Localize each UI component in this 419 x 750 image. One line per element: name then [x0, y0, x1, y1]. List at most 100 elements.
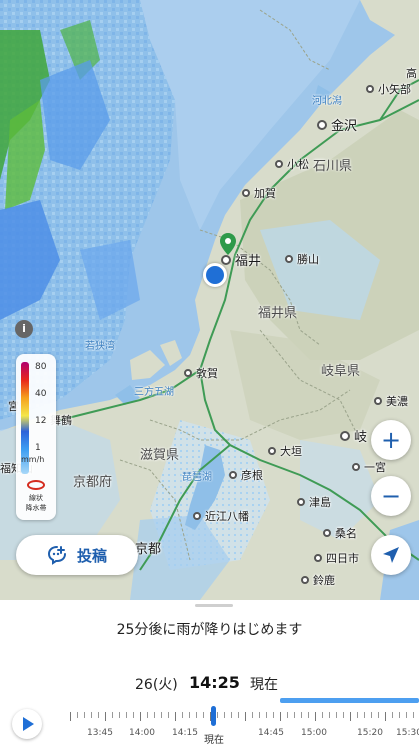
city-mino[interactable]: 美濃 [374, 393, 408, 409]
my-location-button[interactable] [371, 535, 411, 575]
timeline-label-1445: 14:45 [258, 728, 284, 738]
timeline-tick [413, 712, 414, 718]
timeline-tick [224, 712, 225, 718]
timeline-tick [161, 712, 162, 718]
plus-icon: + [380, 426, 402, 454]
timeline-tick [343, 712, 344, 718]
timeline-tick [217, 712, 218, 718]
legend-tick-1: 1 [35, 443, 41, 453]
timeline-label-1415: 14:15 [172, 728, 198, 738]
water-lake-biwa: 琵琶湖 [182, 472, 212, 483]
city-katsuyama[interactable]: 勝山 [285, 251, 319, 267]
city-kuwana[interactable]: 桑名 [323, 525, 357, 541]
edge-label-takaoka: 高 [406, 67, 417, 80]
sheet-drag-handle[interactable] [195, 604, 233, 607]
water-wakasa-bay: 若狭湾 [85, 341, 115, 352]
timeline-tick [105, 712, 106, 721]
timeline-tick [77, 712, 78, 718]
legend-tick-12: 12 [35, 416, 47, 426]
play-icon [23, 717, 34, 731]
timeline-tick [231, 712, 232, 718]
water-kahoku: 河北潟 [312, 96, 342, 107]
city-tsushima[interactable]: 津島 [297, 494, 331, 510]
timeline-tick [189, 712, 190, 718]
water-mikata-lakes: 三方五湖 [134, 387, 174, 398]
timeline-tick [238, 712, 239, 718]
city-gifu[interactable]: 岐 [340, 426, 367, 445]
city-hikone[interactable]: 彦根 [229, 467, 263, 483]
timeline-tick [364, 712, 365, 718]
timeline-tick [119, 712, 120, 718]
timeline-tick [308, 712, 309, 718]
timeline-tick [182, 712, 183, 718]
timeline-tick [91, 712, 92, 718]
legend-tick-80: 80 [35, 362, 47, 372]
city-ichinomiya[interactable]: 一宮 [352, 459, 386, 475]
timeline-tick [140, 712, 141, 721]
timeline-tick [112, 712, 113, 718]
timeline-tick [259, 712, 260, 718]
timeline-label-1500: 15:00 [301, 728, 327, 738]
now-label: 現在 [250, 677, 278, 693]
pref-fukui: 福井県 [258, 306, 298, 321]
play-button[interactable] [12, 709, 42, 739]
city-oyabe[interactable]: 小矢部 [366, 81, 411, 97]
timeline-tick [168, 712, 169, 718]
legend-band-label-2: 降水帯 [25, 504, 47, 512]
info-icon[interactable]: i [15, 320, 33, 338]
city-yokkaichi[interactable]: 四日市 [314, 550, 359, 566]
weather-radar-map[interactable]: 小矢部 金沢 小松 加賀 福井 勝山 敦賀 美濃 大垣 岐 彦根 一宮 津島 近… [0, 0, 419, 600]
city-omihachiman[interactable]: 近江八幡 [193, 508, 249, 524]
timeline-label-1345: 13:45 [87, 728, 113, 738]
timeline-label-1400: 14:00 [129, 728, 155, 738]
timeline-tick [294, 712, 295, 718]
zoom-out-button[interactable]: − [371, 476, 411, 516]
timeline-tick [252, 712, 253, 718]
location-pin-icon[interactable] [219, 233, 237, 257]
timeline-thumb[interactable] [211, 706, 216, 726]
timeline-tick [399, 712, 400, 718]
timeline-tick [315, 712, 316, 721]
timeline-tick [175, 712, 176, 721]
city-kaga[interactable]: 加賀 [242, 185, 276, 201]
timeline-tick [203, 712, 204, 718]
city-suzuka[interactable]: 鈴鹿 [301, 572, 335, 588]
legend-band-label-1: 線状 [29, 494, 43, 502]
timeline-ticks[interactable] [70, 712, 419, 722]
timeline-tick [336, 712, 337, 718]
city-kanazawa[interactable]: 金沢 [317, 115, 357, 134]
timeline-label-now: 現在 [204, 735, 224, 746]
zoom-in-button[interactable]: + [371, 420, 411, 460]
rain-intensity-legend: 80 40 12 1 mm/h 線状 降水帯 [16, 354, 56, 520]
timeline-tick [385, 712, 386, 721]
legend-unit: mm/h [21, 455, 45, 464]
post-button-label: 投稿 [76, 546, 107, 565]
linear-rainband-icon [27, 480, 45, 490]
timeline-tick [371, 712, 372, 718]
timeline-tick [98, 712, 99, 718]
forecast-date: 26(火) [135, 677, 178, 693]
post-button[interactable]: 投稿 [16, 535, 138, 575]
timeline-tick [147, 712, 148, 718]
timeline-label-1520: 15:20 [357, 728, 383, 738]
timeline-tick [133, 712, 134, 718]
timeline-tick [245, 712, 246, 721]
minus-icon: − [380, 482, 402, 510]
legend-tick-40: 40 [35, 389, 47, 399]
timeline-tick [406, 712, 407, 718]
current-location-dot [203, 263, 227, 287]
post-icon [47, 546, 66, 565]
timeline-tick [392, 712, 393, 718]
city-ogaki[interactable]: 大垣 [268, 443, 302, 459]
rain-forecast-message: 25分後に雨が降りはじめます [116, 622, 303, 638]
timeline-tick [280, 712, 281, 721]
timeline-forecast-range [280, 698, 419, 703]
timeline-tick [84, 712, 85, 718]
timeline-tick [273, 712, 274, 718]
city-tsuruga[interactable]: 敦賀 [184, 365, 218, 381]
pref-shiga: 滋賀県 [140, 448, 180, 463]
pref-kyoto: 京都府 [73, 475, 113, 490]
timeline-tick [287, 712, 288, 718]
timeline-tick [301, 712, 302, 718]
city-komatsu[interactable]: 小松 [275, 156, 309, 172]
